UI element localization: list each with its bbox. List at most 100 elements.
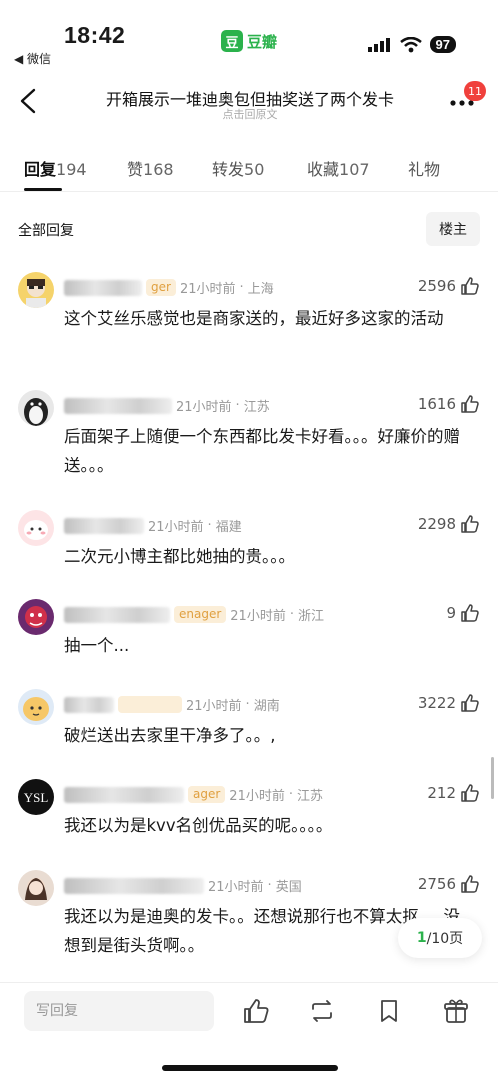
comment-location: 英国 [275, 880, 302, 895]
tab-label: 回复 [24, 160, 57, 179]
douban-logo-icon: 豆 [221, 30, 243, 52]
username-blurred[interactable] [64, 397, 172, 414]
tab-likes[interactable]: 赞168 [127, 156, 174, 180]
reply-input[interactable] [24, 991, 214, 1031]
svg-text:YSL: YSL [24, 790, 49, 805]
meta-separator: · [289, 607, 294, 622]
bottom-action-bar [0, 982, 498, 1080]
signal-icon [367, 37, 390, 52]
user-badge-blurred [118, 696, 182, 713]
like-count: 2756 [417, 875, 456, 893]
username-blurred[interactable] [64, 279, 142, 296]
username-blurred[interactable] [64, 696, 114, 713]
comment-meta: ger 21小时前 · 上海 [64, 278, 274, 297]
comment-time: 21小时前 [229, 789, 285, 804]
like-count: 1616 [417, 395, 456, 413]
like-control[interactable]: 212 [427, 783, 480, 803]
total-pages: /10页 [426, 931, 464, 947]
comment-text: 抽一个... [64, 636, 130, 655]
all-replies-label: 全部回复 [18, 223, 74, 239]
gift-icon[interactable] [442, 997, 470, 1025]
repost-icon[interactable] [308, 997, 336, 1025]
battery-indicator: 97 [429, 36, 456, 53]
username-blurred[interactable] [64, 517, 144, 534]
tab-reposts[interactable]: 转发50 [212, 156, 264, 180]
meta-separator: · [288, 787, 293, 802]
avatar[interactable] [18, 870, 54, 906]
avatar[interactable] [18, 689, 54, 725]
comment-location: 浙江 [297, 609, 324, 624]
wifi-icon [399, 36, 422, 52]
thumbs-up-icon [461, 875, 479, 893]
status-bar: 18:42 ◀ 微信 豆 豆瓣 97 [0, 0, 498, 70]
tab-count: 168 [143, 160, 174, 179]
avatar[interactable]: YSL [18, 779, 54, 815]
comment-text: 后面架子上随便一个东西都比发卡好看。。。好廉价的赠送。。。 [64, 427, 460, 475]
user-badge: ger [146, 279, 176, 296]
like-control[interactable]: 3222 [418, 693, 480, 713]
scrollbar[interactable] [491, 757, 494, 799]
tab-count: 50 [244, 160, 265, 179]
like-count: 2596 [417, 277, 456, 295]
like-control[interactable]: 2596 [418, 276, 480, 296]
active-tab-indicator [24, 188, 62, 191]
comment-text: 我还以为是kvv名创优品买的呢。。。。 [64, 816, 333, 835]
comment-location: 湖南 [253, 699, 280, 714]
comment-location: 福建 [215, 520, 242, 535]
like-control[interactable]: 2298 [418, 514, 480, 534]
avatar[interactable] [18, 510, 54, 546]
like-icon[interactable] [242, 997, 270, 1025]
tab-gifts[interactable]: 礼物 [408, 156, 440, 180]
comment-location: 上海 [247, 282, 274, 297]
comment-time: 21小时前 [148, 520, 204, 535]
like-control[interactable]: 9 [446, 603, 480, 623]
tab-label: 收藏 [307, 160, 340, 179]
comment-meta: 21小时前 · 福建 [64, 516, 242, 535]
comment-text: 这个艾丝乐感觉也是商家送的，最近好多这家的活动 [64, 309, 444, 328]
status-time: 18:42 [64, 22, 126, 48]
like-control[interactable]: 2756 [418, 874, 480, 894]
thumbs-up-icon [461, 515, 479, 533]
meta-separator: · [245, 697, 250, 712]
tab-label: 转发 [212, 160, 245, 179]
meta-separator: · [235, 398, 240, 413]
app-name: 豆瓣 [247, 32, 278, 51]
username-blurred[interactable] [64, 877, 204, 894]
back-to-post-link[interactable]: 点击回原文 [80, 106, 420, 122]
comment-time: 21小时前 [208, 880, 264, 895]
tab-label: 礼物 [408, 160, 441, 179]
nav-bar: 开箱展示一堆迪奥包但抽奖送了两个发卡 点击回原文 [0, 74, 498, 126]
comment-meta: 21小时前 · 湖南 [64, 695, 280, 714]
back-arrow-icon[interactable] [16, 86, 44, 116]
comment-time: 21小时前 [186, 699, 242, 714]
tab-count: 107 [339, 160, 370, 179]
section-header: 全部回复 楼主 [0, 212, 498, 246]
user-badge: ager [188, 786, 226, 803]
system-icons: 97 [367, 36, 456, 53]
avatar[interactable] [18, 272, 54, 308]
thumbs-up-icon [461, 784, 479, 802]
avatar[interactable] [18, 599, 54, 635]
tab-bar: 回复194 赞168 转发50 收藏107 礼物 [0, 146, 498, 192]
app-badge: 豆 豆瓣 [221, 30, 277, 52]
notification-badge: 11 [464, 81, 486, 101]
bookmark-icon[interactable] [375, 997, 403, 1025]
back-to-wechat-link[interactable]: ◀ 微信 [14, 50, 51, 67]
thumbs-up-icon [461, 694, 479, 712]
meta-separator: · [239, 280, 244, 295]
page-indicator[interactable]: 1/10页 [398, 918, 482, 958]
avatar[interactable] [18, 390, 54, 426]
tab-label: 赞 [127, 160, 144, 179]
tab-replies[interactable]: 回复194 [24, 156, 87, 180]
thumbs-up-icon [461, 277, 479, 295]
user-badge: enager [174, 606, 227, 623]
username-blurred[interactable] [64, 606, 170, 623]
comment-meta: 21小时前 · 江苏 [64, 396, 270, 415]
tab-favorites[interactable]: 收藏107 [307, 156, 370, 180]
home-indicator [162, 1065, 338, 1071]
op-only-button[interactable]: 楼主 [426, 212, 480, 246]
comment-text: 二次元小博主都比她抽的贵。。。 [64, 547, 295, 566]
like-control[interactable]: 1616 [418, 394, 480, 414]
username-blurred[interactable] [64, 786, 184, 803]
like-count: 212 [427, 784, 456, 802]
